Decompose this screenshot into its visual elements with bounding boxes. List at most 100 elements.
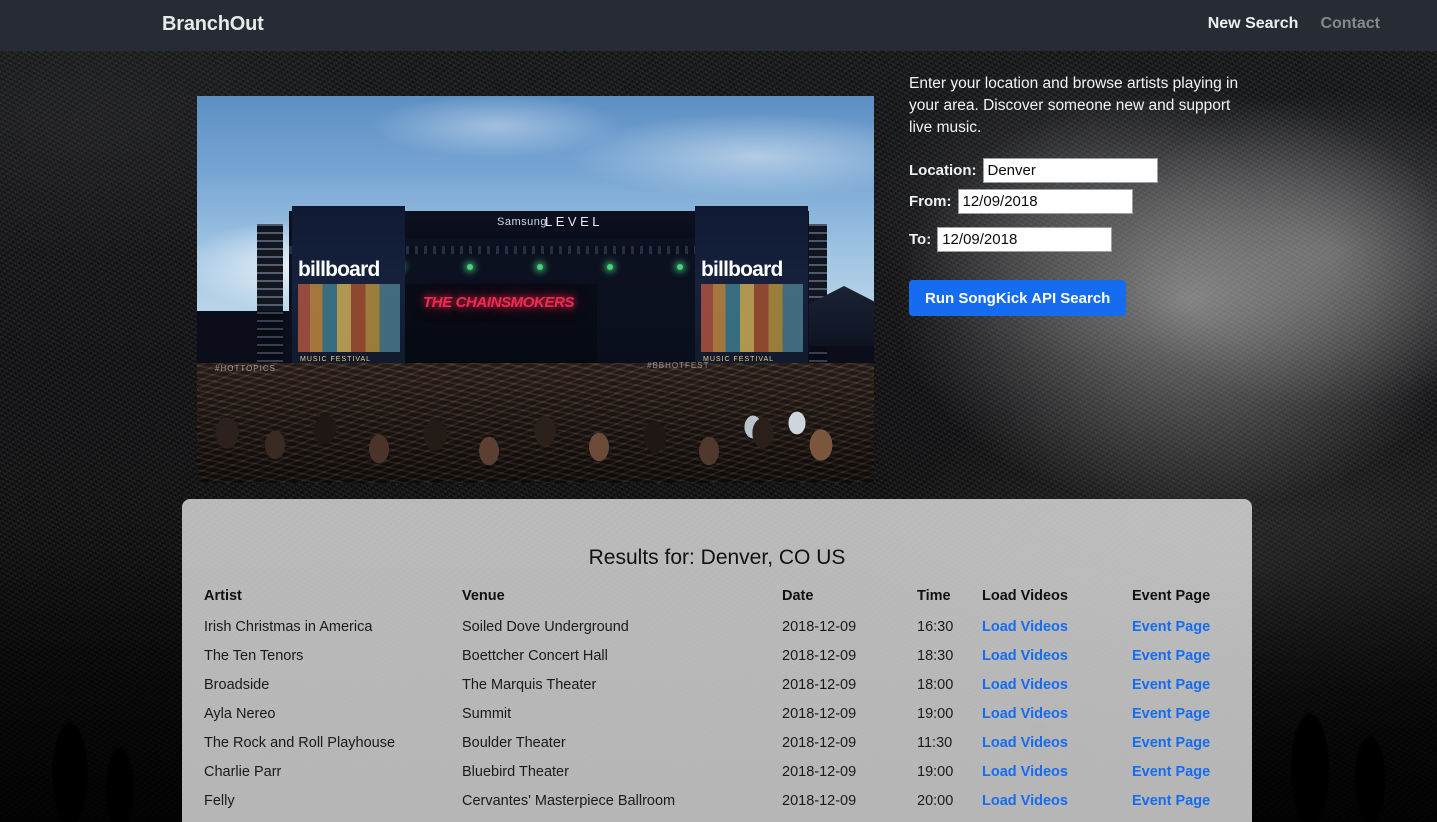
photo-artist-logo: THE CHAINSMOKERS: [423, 294, 575, 311]
load-videos-link[interactable]: Load Videos: [982, 706, 1068, 722]
load-videos[interactable]: Load Videos: [982, 671, 1132, 700]
festival-hero-image: Samsung LEVEL THE CHAINSMOKERS Chainsmok…: [197, 96, 874, 483]
photo-hashtag-right: #BBHOTFEST: [647, 361, 710, 370]
photo-samsung-brand-text: Samsung: [497, 216, 547, 228]
cell-date: 2018-12-09: [782, 735, 857, 751]
cell-time: 11:30: [917, 735, 953, 751]
brand-logo[interactable]: BranchOut: [162, 13, 264, 36]
intro-paragraph: Enter your location and browse artists p…: [909, 75, 1239, 136]
photo-crowd: [197, 363, 874, 483]
from-date-input[interactable]: [957, 189, 1133, 214]
photo-hashtag-left: #HOTTOPICS: [215, 364, 276, 373]
photo-banner-word-right: billboard: [701, 258, 783, 281]
event-page-link[interactable]: Event Page: [1132, 735, 1210, 751]
load-videos-link[interactable]: Load Videos: [982, 793, 1068, 809]
to-label: To:: [909, 231, 932, 248]
photo-banner-word-left: billboard: [298, 258, 380, 281]
event-page[interactable]: Event Page: [1132, 671, 1252, 700]
cell-time: 20:00: [917, 793, 954, 809]
event-page[interactable]: Event Page: [1132, 642, 1252, 671]
event-page-link[interactable]: Event Page: [1132, 764, 1210, 780]
location-field-row: Location:: [909, 158, 1158, 183]
cell-venue: Soiled Dove Underground: [462, 619, 629, 635]
load-videos[interactable]: Load Videos: [982, 787, 1132, 816]
cell-time: 19:00: [917, 706, 954, 722]
load-videos[interactable]: Load Videos: [982, 642, 1132, 671]
cell-artist: Irish Christmas in America: [204, 619, 373, 635]
cell-time: 16:30: [917, 619, 954, 635]
photo-banner-subtitle-left: MUSIC FESTIVAL: [300, 356, 372, 363]
table-row: Irish Christmas in America Soiled Dove Un…: [182, 613, 1252, 642]
load-videos[interactable]: Load Videos: [982, 700, 1132, 729]
cell-time: 18:00: [917, 677, 954, 693]
table-row: The Band PerryGothic Theatre2018-12-0919…: [182, 816, 1252, 822]
event-page[interactable]: Event Page: [1132, 729, 1252, 758]
cell-date: 2018-12-09: [782, 677, 857, 693]
load-videos[interactable]: Load Videos: [982, 758, 1132, 787]
column-header-event-page: Event Page: [1132, 588, 1211, 604]
cell-date: 2018-12-09: [782, 706, 857, 722]
table-row: Felly Cervantes' Masterpiece Ballroom 2018…: [182, 787, 1252, 816]
table-header-row: Artist Venue Date Time Load Videos Event…: [182, 588, 1252, 613]
column-header-artist: Artist: [204, 588, 242, 604]
load-videos-link[interactable]: Load Videos: [982, 677, 1068, 693]
cell-artist: Ayla Nereo: [204, 706, 276, 722]
cell-artist: The Band Perry: [182, 816, 462, 822]
photo-banner-subtitle-right: MUSIC FESTIVAL: [703, 356, 775, 363]
load-videos-link[interactable]: Load Videos: [982, 648, 1068, 664]
navbar-links: New Search Contact: [1208, 15, 1380, 33]
cell-date: 2018-12-09: [782, 764, 857, 780]
event-page-link[interactable]: Event Page: [1132, 648, 1210, 664]
photo-billboard-banner-right: billboard MUSIC FESTIVAL: [695, 206, 808, 386]
load-videos-link[interactable]: Load Videos: [982, 764, 1068, 780]
event-page-link[interactable]: Event Page: [1132, 619, 1210, 635]
event-page-link[interactable]: Event Page: [1132, 793, 1210, 809]
load-videos[interactable]: Load Videos: [982, 816, 1132, 822]
top-navbar: BranchOut New Search Contact: [0, 0, 1437, 51]
load-videos-link[interactable]: Load Videos: [982, 735, 1068, 751]
load-videos[interactable]: Load Videos: [982, 613, 1132, 642]
cell-date: 2018-12-09: [782, 816, 917, 822]
event-page[interactable]: Event Page: [1132, 613, 1252, 642]
nav-link-contact[interactable]: Contact: [1320, 15, 1380, 33]
cell-time: 18:30: [917, 648, 954, 664]
to-date-input[interactable]: [937, 227, 1113, 252]
location-label: Location:: [909, 162, 977, 179]
column-header-load-videos: Load Videos: [982, 588, 1068, 604]
column-header-date: Date: [782, 588, 814, 604]
nav-link-new-search[interactable]: New Search: [1208, 15, 1299, 33]
photo-billboard-banner-left: billboard MUSIC FESTIVAL: [292, 206, 405, 386]
cell-venue: Bluebird Theater: [462, 764, 569, 780]
cell-date: 2018-12-09: [782, 793, 857, 809]
event-page-link[interactable]: Event Page: [1132, 706, 1210, 722]
photo-level-brand-text: LEVEL: [545, 214, 603, 229]
cell-time: 19:00: [917, 764, 954, 780]
table-row: Ayla Nereo Summit 2018-12-09 19:00 Load Vide…: [182, 700, 1252, 729]
table-row: Charlie Parr Bluebird Theater 2018-12-09 19…: [182, 758, 1252, 787]
location-input[interactable]: [982, 158, 1158, 183]
results-table-head: Artist Venue Date Time Load Videos Event…: [182, 588, 1252, 613]
app-page: BranchOut New Search Contact Samsung LEV…: [0, 0, 1437, 822]
event-page-link[interactable]: Event Page: [1132, 677, 1210, 693]
results-table-body: Irish Christmas in America Soiled Dove Un…: [182, 613, 1252, 822]
table-row: The Rock and Roll Playhouse Boulder Theat…: [182, 729, 1252, 758]
event-page[interactable]: Event Page: [1132, 758, 1252, 787]
cell-venue: The Marquis Theater: [462, 677, 597, 693]
event-page[interactable]: Event Page: [1132, 787, 1252, 816]
event-page[interactable]: Event Page: [1132, 700, 1252, 729]
run-songkick-search-button[interactable]: Run SongKick API Search: [909, 280, 1127, 316]
cell-artist: Charlie Parr: [204, 764, 282, 780]
cell-artist: Felly: [204, 793, 235, 809]
table-row: The Ten Tenors Boettcher Concert Hall 2018…: [182, 642, 1252, 671]
from-field-row: From:: [909, 189, 1158, 214]
cell-artist: The Ten Tenors: [204, 648, 304, 664]
from-label: From:: [909, 193, 952, 210]
load-videos-link[interactable]: Load Videos: [982, 619, 1068, 635]
column-header-venue: Venue: [462, 588, 505, 604]
load-videos[interactable]: Load Videos: [982, 729, 1132, 758]
cell-venue: Boettcher Concert Hall: [462, 648, 608, 664]
cell-venue: Gothic Theatre: [462, 816, 782, 822]
event-page[interactable]: Event Page: [1132, 816, 1252, 822]
cell-time: 19:00: [917, 816, 982, 822]
cell-venue: Cervantes' Masterpiece Ballroom: [462, 793, 676, 809]
